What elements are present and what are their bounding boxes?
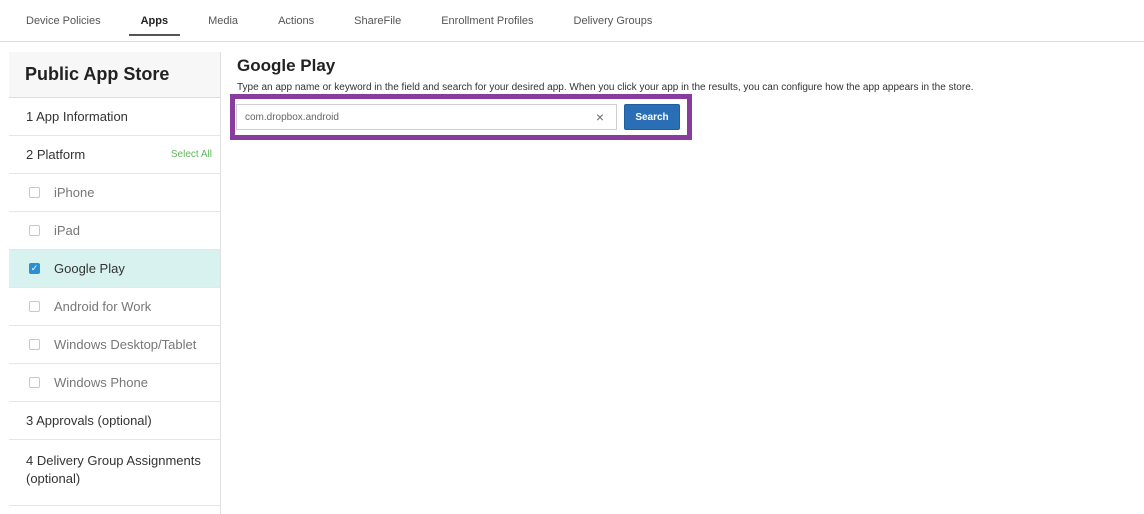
platform-android-for-work[interactable]: Android for Work: [9, 288, 220, 326]
platform-windows-desktop-tablet[interactable]: Windows Desktop/Tablet: [9, 326, 220, 364]
checkbox[interactable]: [29, 377, 40, 388]
platform-google-play[interactable]: ✓ Google Play: [9, 250, 220, 288]
step-platform[interactable]: 2 Platform Select All: [9, 136, 220, 174]
platform-label: Windows Desktop/Tablet: [54, 337, 197, 352]
step-delivery-group-assignments[interactable]: 4 Delivery Group Assignments (optional): [9, 440, 220, 506]
tab-actions[interactable]: Actions: [258, 0, 334, 42]
tab-delivery-groups[interactable]: Delivery Groups: [554, 0, 673, 42]
checkbox[interactable]: [29, 301, 40, 312]
wizard-sidebar: Public App Store 1 App Information 2 Pla…: [9, 52, 221, 514]
tab-media[interactable]: Media: [188, 0, 258, 42]
platform-label: Google Play: [54, 261, 125, 276]
platform-label: Windows Phone: [54, 375, 148, 390]
step-approvals[interactable]: 3 Approvals (optional): [9, 402, 220, 440]
platform-iphone[interactable]: iPhone: [9, 174, 220, 212]
step-label: 1 App Information: [26, 109, 128, 124]
platform-label: iPad: [54, 223, 81, 238]
step-label: 2 Platform: [26, 147, 86, 162]
tab-enrollment-profiles[interactable]: Enrollment Profiles: [421, 0, 553, 42]
tab-apps[interactable]: Apps: [121, 0, 189, 42]
platform-label: iPhone: [54, 185, 95, 200]
search-field: ×: [236, 104, 617, 130]
checkbox[interactable]: [29, 187, 40, 198]
search-button[interactable]: Search: [624, 104, 680, 130]
platform-label: Android for Work: [54, 299, 152, 314]
tab-device-policies[interactable]: Device Policies: [18, 0, 121, 42]
top-nav: Device Policies Apps Media Actions Share…: [0, 0, 1144, 42]
step-label: 3 Approvals (optional): [26, 413, 152, 428]
platform-windows-phone[interactable]: Windows Phone: [9, 364, 220, 402]
checkbox[interactable]: [29, 225, 40, 236]
checkbox-checked[interactable]: ✓: [29, 263, 40, 274]
page-title: Google Play: [237, 56, 336, 75]
clear-icon[interactable]: ×: [596, 109, 604, 125]
tab-sharefile[interactable]: ShareFile: [334, 0, 421, 42]
platform-ipad[interactable]: iPad: [9, 212, 220, 250]
step-app-information[interactable]: 1 App Information: [9, 98, 220, 136]
page-description: Type an app name or keyword in the field…: [237, 82, 974, 93]
step-label: 4 Delivery Group Assignments (optional): [26, 453, 201, 486]
sidebar-title: Public App Store: [9, 52, 220, 98]
select-all-link[interactable]: Select All: [171, 149, 212, 160]
search-input[interactable]: [237, 105, 577, 129]
checkbox[interactable]: [29, 339, 40, 350]
tab-list: Device Policies Apps Media Actions Share…: [18, 0, 672, 42]
